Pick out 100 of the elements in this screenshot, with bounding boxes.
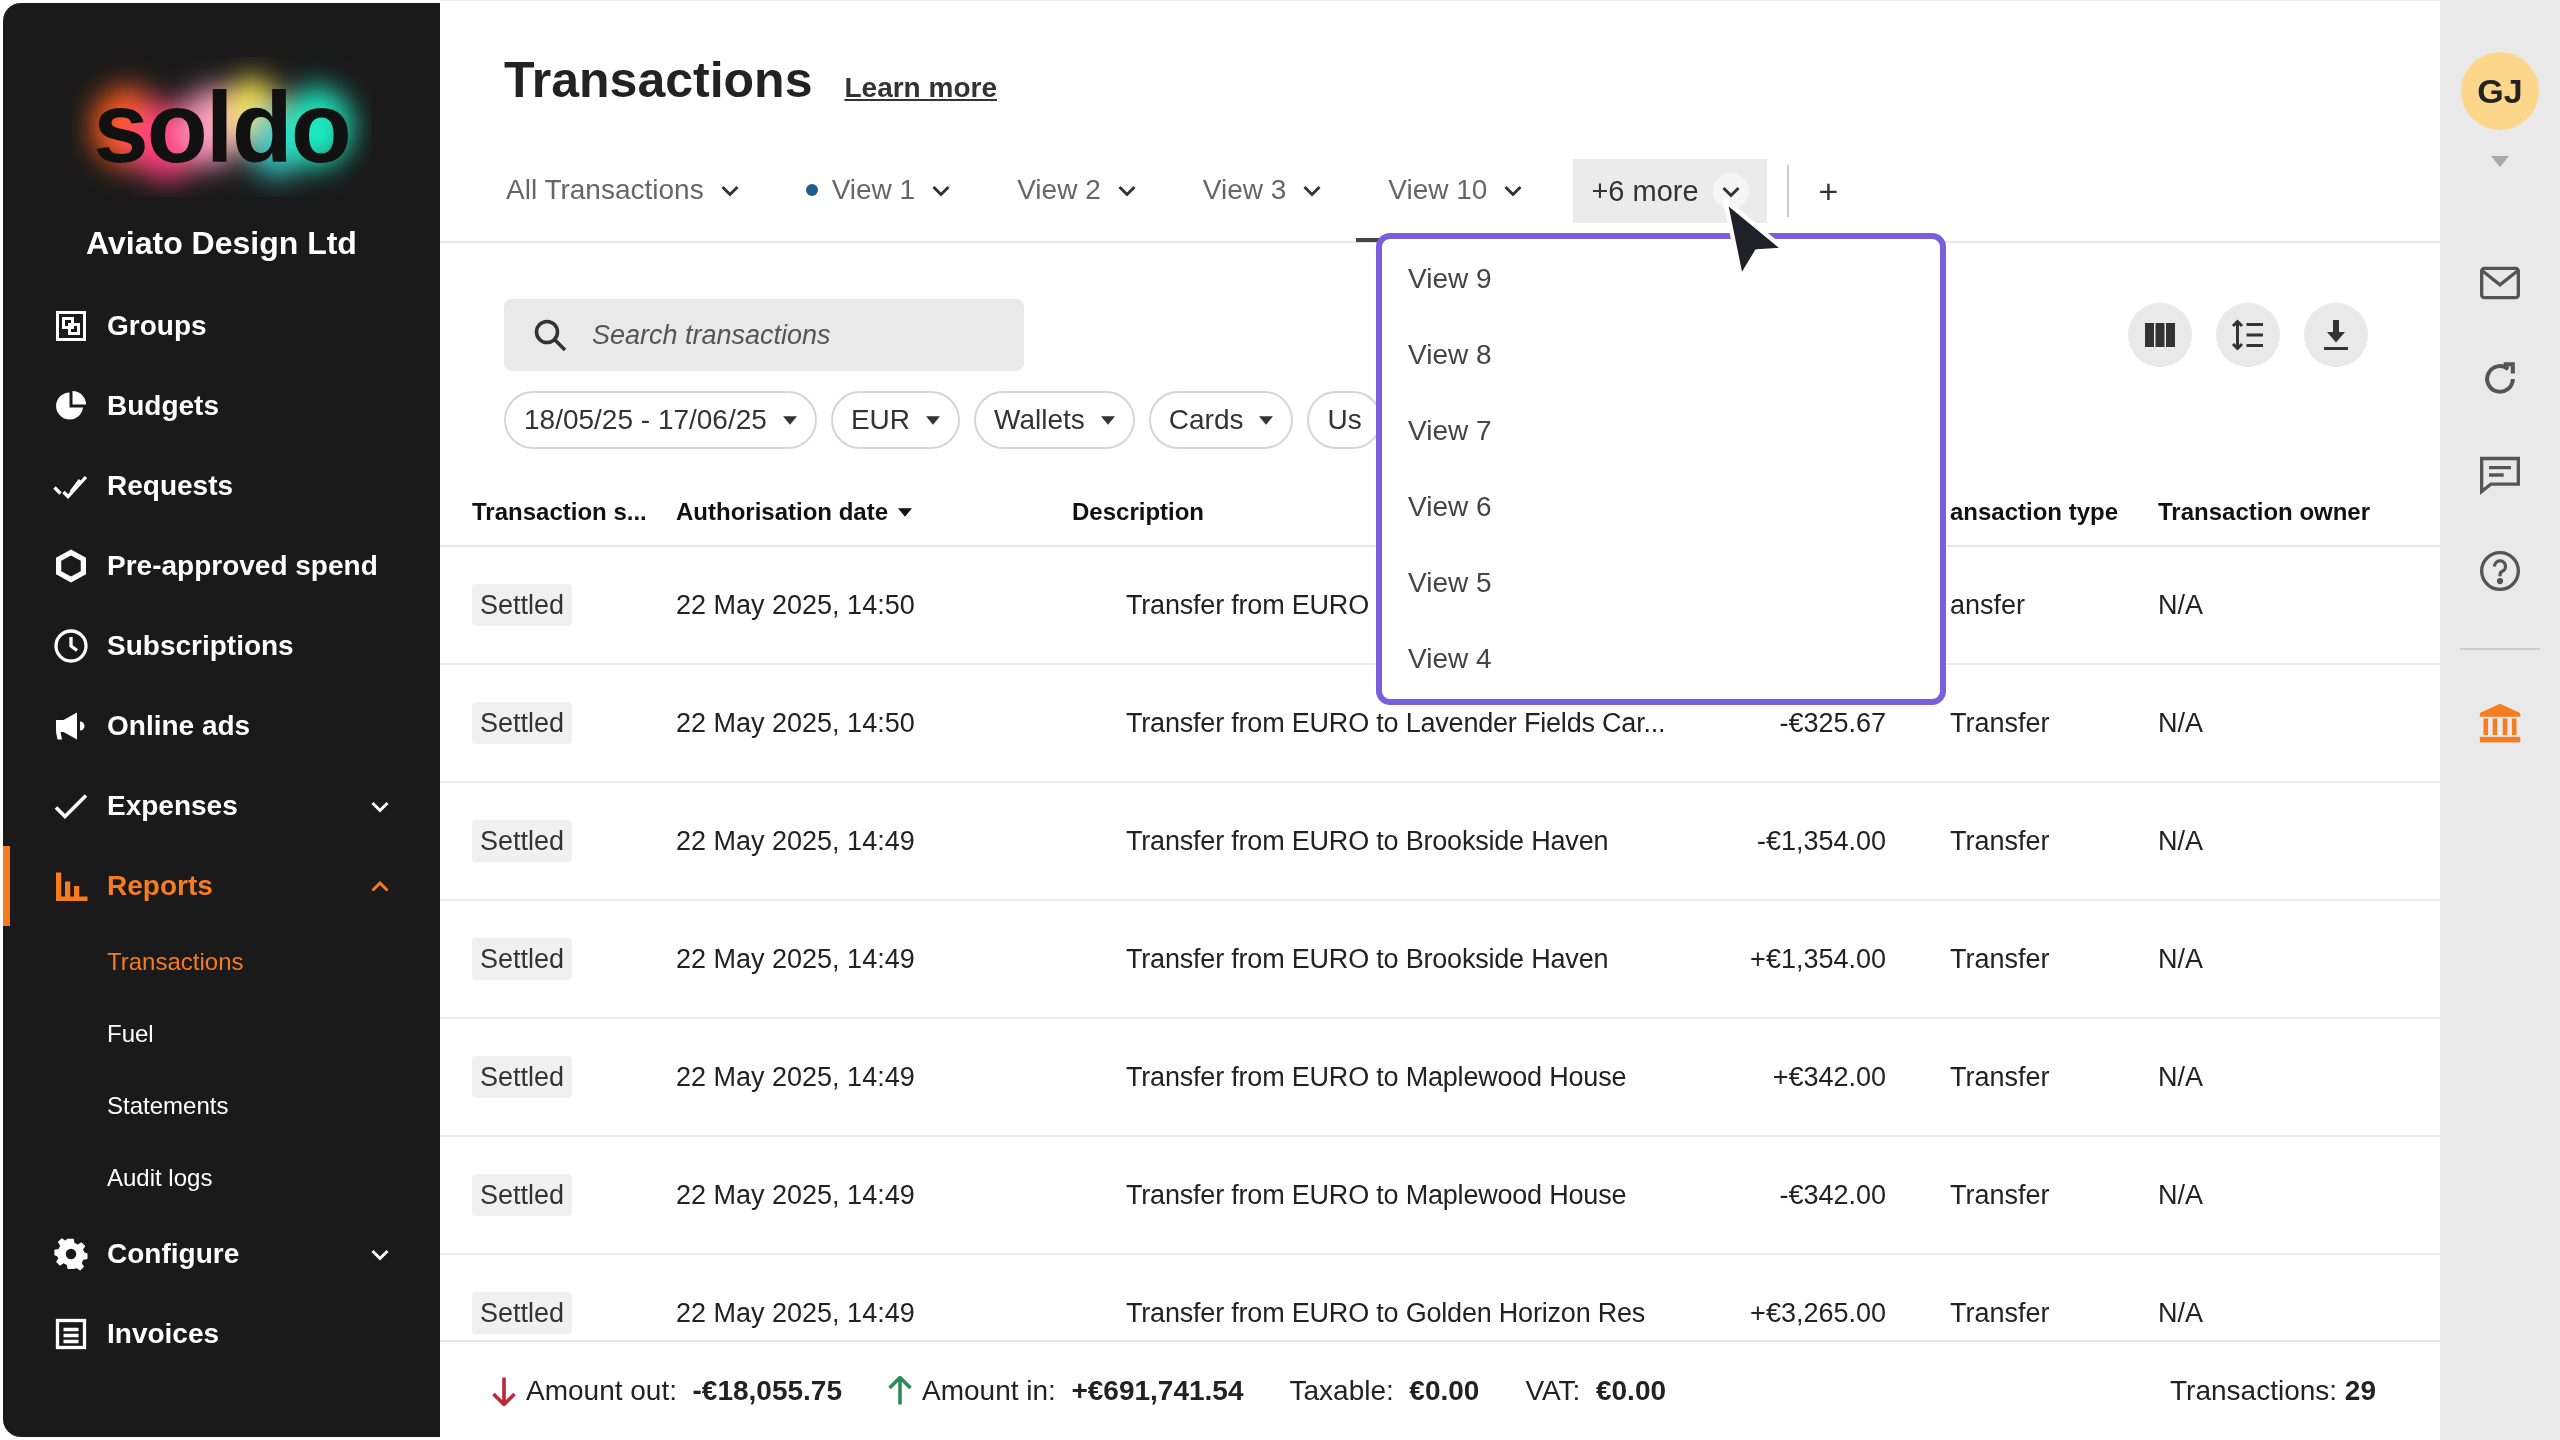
sidebar-item[interactable]: Invoices — [3, 1294, 440, 1374]
dropdown-item[interactable]: View 5 — [1382, 545, 1940, 621]
table-cell: Transfer — [1950, 707, 2050, 739]
table-cell: N/A — [2158, 1297, 2203, 1329]
filter-dropdown[interactable]: EUR — [830, 391, 960, 449]
summary-text: Amount in: +€691,741.54 — [922, 1375, 1244, 1407]
sidebar-item[interactable]: Expenses — [3, 766, 440, 846]
table-cell: N/A — [2158, 589, 2203, 621]
sidebar-item[interactable]: Pre-approved spend — [3, 526, 440, 606]
filter-dropdown[interactable]: Cards — [1148, 391, 1294, 449]
hexagon-icon — [53, 548, 89, 584]
sidebar-item[interactable]: Subscriptions — [3, 606, 440, 686]
sidebar-item[interactable]: Requests — [3, 446, 440, 526]
search-icon — [532, 317, 568, 353]
tab[interactable]: View 3 — [1170, 142, 1357, 242]
dropdown-item[interactable]: View 9 — [1382, 241, 1940, 317]
caret-icon — [926, 415, 940, 425]
page-title: Transactions — [504, 51, 813, 109]
table-cell-text: +€3,265.00 — [1750, 1297, 1887, 1329]
sidebar-subitem[interactable]: Transactions — [107, 926, 244, 998]
table-cell: 22 May 2025, 14:49 — [676, 1297, 915, 1329]
company-name: Aviato Design Ltd — [86, 225, 357, 262]
caret-icon — [2491, 156, 2509, 167]
dropdown-item[interactable]: View 4 — [1382, 621, 1940, 697]
column-header[interactable]: Description — [1072, 498, 1205, 526]
avatar[interactable]: GJ — [2461, 52, 2539, 130]
transaction-count: Transactions: 29 — [2170, 1375, 2376, 1407]
column-header[interactable]: Authorisation date — [676, 498, 888, 526]
learn-more-link[interactable]: Learn more — [844, 72, 997, 104]
sidebar-subitem[interactable]: Statements — [107, 1070, 229, 1142]
search-field[interactable]: Search transactions — [504, 299, 1024, 371]
table-cell-text: -€1,354.00 — [1756, 825, 1887, 857]
table-cell: Transfer from EURO to Brookside Haven — [1126, 943, 1609, 975]
status-badge: Settled — [472, 1291, 573, 1334]
dropdown-item[interactable]: View 6 — [1382, 469, 1940, 545]
status-badge: Settled — [472, 583, 573, 626]
status-badge: Settled — [472, 701, 573, 744]
filter-dropdown[interactable]: Wallets — [974, 391, 1135, 449]
table-cell: Transfer — [1950, 1297, 2050, 1329]
table-cell: Transfer — [1950, 1179, 2050, 1211]
status-badge: Settled — [472, 1055, 573, 1098]
table-cell: 22 May 2025, 14:49 — [676, 825, 915, 857]
table-cell: N/A — [2158, 1179, 2203, 1211]
caret-icon — [782, 415, 797, 425]
table-cell-text: -€342.00 — [1779, 1179, 1887, 1211]
table-cell: Transfer from EURO to Golden Horizon Res — [1126, 1297, 1646, 1329]
table-cell: Transfer — [1950, 943, 2050, 975]
help-icon[interactable] — [2478, 549, 2522, 593]
table-cell: 22 May 2025, 14:49 — [676, 943, 915, 975]
table-cell: N/A — [2158, 1061, 2203, 1093]
add-view-button[interactable]: + — [1808, 171, 1849, 211]
caret-icon — [1259, 415, 1274, 425]
arrow-down-icon — [492, 1376, 516, 1406]
summary-text: Amount out: -€18,055.75 — [526, 1375, 842, 1407]
table-cell: Transfer from EURO to Maplewood House — [1126, 1061, 1627, 1093]
table-cell: Transfer — [1950, 1061, 2050, 1093]
status-badge: Settled — [472, 819, 573, 862]
arrow-up-icon — [888, 1376, 912, 1406]
table-cell-text: +€342.00 — [1772, 1061, 1887, 1093]
column-header[interactable]: ansaction type — [1950, 498, 2119, 526]
dropdown-item[interactable]: View 8 — [1382, 317, 1940, 393]
receipt-icon — [53, 1316, 89, 1352]
status-badge: Settled — [472, 1173, 573, 1216]
table-cell-text: -€325.67 — [1779, 707, 1887, 739]
tab[interactable]: View 2 — [985, 142, 1171, 242]
table-cell: 22 May 2025, 14:50 — [676, 707, 915, 739]
tab[interactable]: View 1 — [773, 142, 986, 242]
table-cell-text: +€1,354.00 — [1750, 943, 1887, 975]
sidebar-item[interactable]: Budgets — [3, 366, 440, 446]
table-cell: Transfer from EURO to Brookside Haven — [1126, 825, 1609, 857]
table-cell: N/A — [2158, 825, 2203, 857]
table-cell: Transfer from EURO to Lavender Fields Car... — [1126, 707, 1666, 739]
sidebar-item[interactable]: Online ads — [3, 686, 440, 766]
table-cell: 22 May 2025, 14:49 — [676, 1179, 915, 1211]
tab[interactable]: All Transactions — [474, 142, 774, 242]
table-cell: N/A — [2158, 707, 2203, 739]
more-views-button[interactable]: +6 more — [1573, 159, 1767, 223]
groups-icon — [53, 308, 89, 344]
summary-text: Taxable: €0.00 — [1289, 1375, 1480, 1407]
filter-dropdown[interactable]: 18/05/25 - 17/06/25 — [504, 391, 817, 449]
line-spacing-icon — [2230, 317, 2266, 353]
sidebar-item[interactable]: Groups — [3, 286, 440, 366]
table-cell: N/A — [2158, 943, 2203, 975]
settings-icon — [53, 1236, 89, 1272]
table-cell: Transfer from EURO to Maplewood House — [1126, 1179, 1627, 1211]
column-header[interactable]: Transaction owner — [2158, 498, 2371, 526]
table-cell: 22 May 2025, 14:49 — [676, 1061, 915, 1093]
caret-icon — [1100, 415, 1115, 425]
sidebar-item[interactable]: Configure — [3, 1214, 440, 1294]
table-cell: ansfer — [1950, 589, 2026, 621]
status-badge: Settled — [472, 937, 573, 980]
table-cell: Transfer — [1950, 825, 2050, 857]
clock-icon — [53, 628, 89, 664]
summary-text: VAT: €0.00 — [1525, 1375, 1667, 1407]
dropdown-item[interactable]: View 7 — [1382, 393, 1940, 469]
column-header[interactable]: Transaction s... — [472, 498, 647, 526]
table-cell: Transfer from EURO — [1126, 589, 1369, 621]
sidebar-subitem[interactable]: Fuel — [107, 998, 154, 1070]
table-cell: 22 May 2025, 14:50 — [676, 589, 915, 621]
sidebar-subitem[interactable]: Audit logs — [107, 1142, 213, 1214]
